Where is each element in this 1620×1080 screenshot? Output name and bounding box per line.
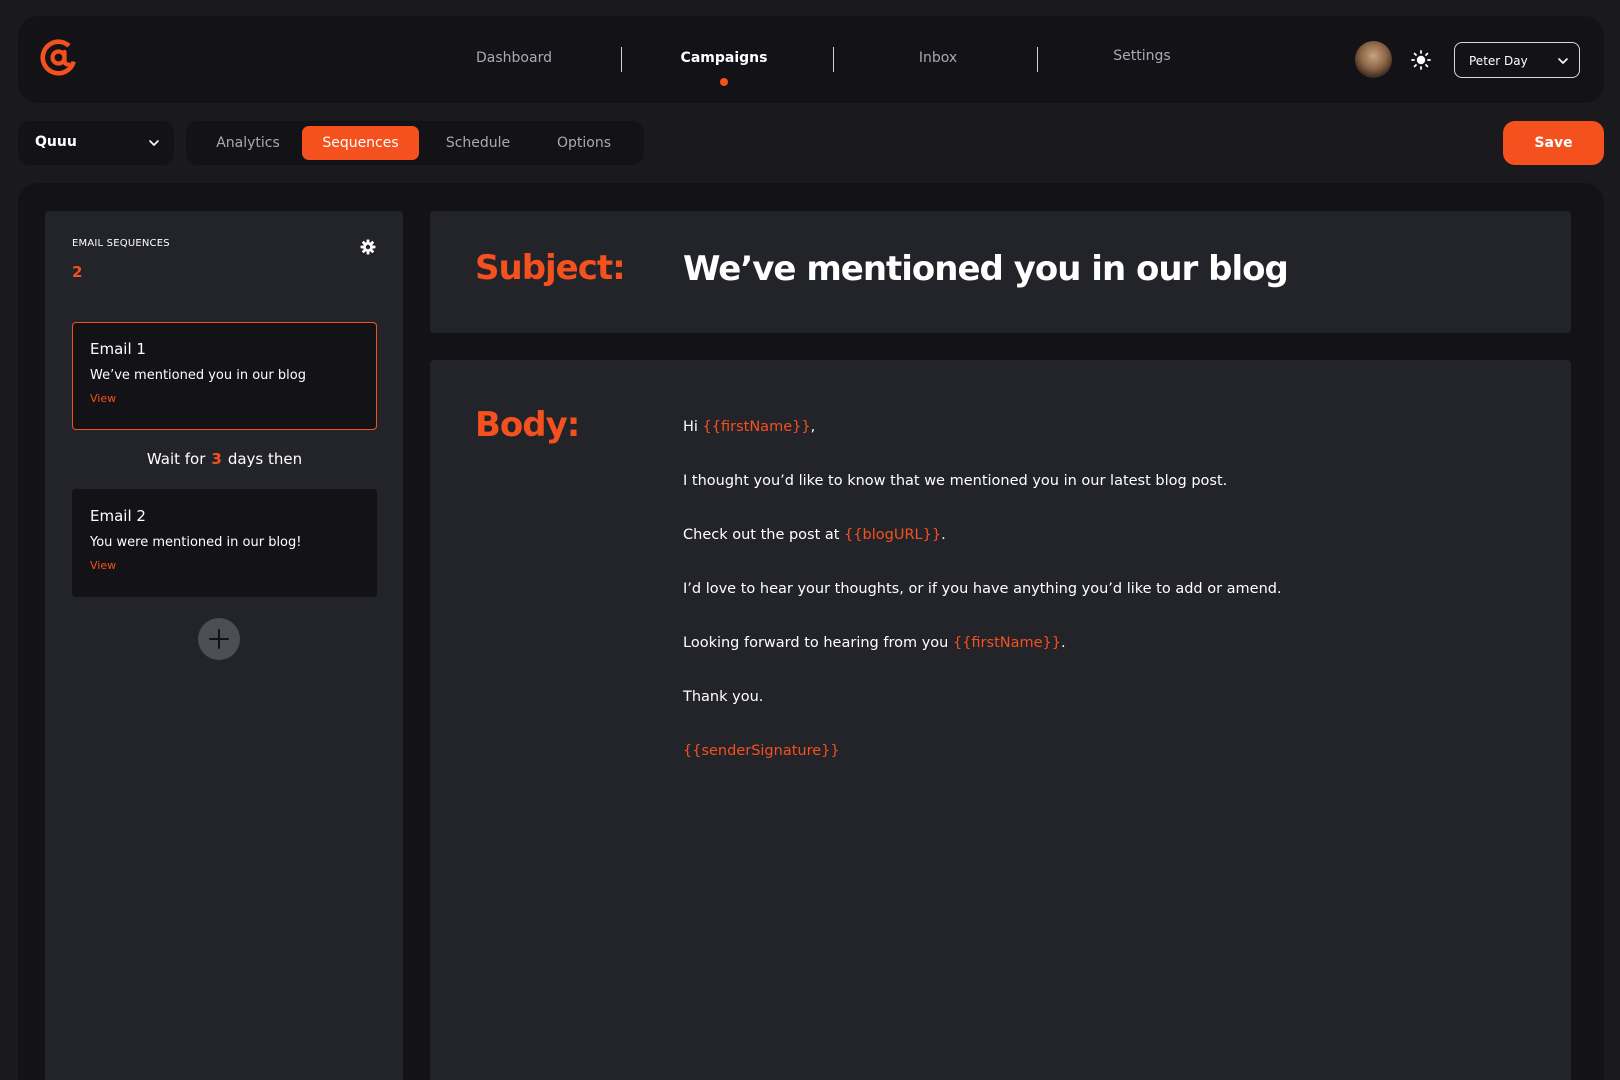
nav-divider	[1037, 47, 1038, 72]
tab-schedule[interactable]: Schedule	[426, 126, 530, 160]
nav-divider	[621, 47, 622, 72]
add-email-button[interactable]	[198, 618, 240, 660]
user-name: Peter Day	[1469, 54, 1528, 68]
sequences-title: EMAIL SEQUENCES	[72, 238, 170, 249]
campaign-name: Quuu	[35, 134, 77, 150]
view-link[interactable]: View	[90, 559, 116, 572]
tab-options[interactable]: Options	[534, 126, 634, 160]
email-card-2[interactable]: Email 2 You were mentioned in our blog! …	[72, 489, 377, 597]
body-line: Hi {{firstName}},	[683, 419, 816, 435]
body-line: Thank you.	[683, 689, 764, 705]
nav-divider	[833, 47, 834, 72]
tab-analytics[interactable]: Analytics	[198, 126, 298, 160]
gear-icon[interactable]	[360, 239, 376, 255]
chevron-down-icon	[1558, 58, 1568, 64]
top-navigation-bar: Dashboard Campaigns Inbox Settings Peter…	[18, 16, 1604, 103]
template-variable: {{senderSignature}}	[683, 743, 840, 759]
body-line: {{senderSignature}}	[683, 743, 840, 759]
sun-icon[interactable]	[1411, 50, 1431, 70]
nav-campaigns[interactable]: Campaigns	[681, 50, 768, 66]
active-nav-indicator	[720, 78, 728, 86]
nav-inbox[interactable]: Inbox	[919, 50, 957, 66]
template-variable: {{blogURL}}	[844, 527, 942, 543]
campaign-select[interactable]: Quuu	[18, 121, 174, 165]
email-sequences-panel: EMAIL SEQUENCES 2 Email 1 We’ve mentione…	[45, 211, 403, 1080]
email-subject: You were mentioned in our blog!	[90, 535, 302, 550]
body-panel: Body: Hi {{firstName}}, I thought you’d …	[430, 360, 1571, 1080]
wait-delay: Wait for 3 days then	[72, 450, 377, 468]
email-subject: We’ve mentioned you in our blog	[90, 368, 306, 383]
avatar[interactable]	[1355, 41, 1392, 78]
save-button[interactable]: Save	[1503, 121, 1604, 165]
body-label: Body:	[475, 405, 580, 445]
wait-days-input[interactable]: 3	[211, 450, 221, 468]
chevron-down-icon	[149, 140, 159, 146]
nav-dashboard[interactable]: Dashboard	[476, 50, 552, 66]
subject-input[interactable]: We’ve mentioned you in our blog	[683, 249, 1289, 289]
sequences-count: 2	[72, 263, 83, 281]
wait-suffix: days then	[227, 450, 303, 468]
body-line: Looking forward to hearing from you {{fi…	[683, 635, 1066, 651]
email-name: Email 2	[90, 507, 146, 525]
body-line: I thought you’d like to know that we men…	[683, 473, 1228, 489]
body-line: Check out the post at {{blogURL}}.	[683, 527, 946, 543]
wait-prefix: Wait for	[146, 450, 206, 468]
template-variable: {{firstName}}	[952, 635, 1061, 651]
user-select[interactable]: Peter Day	[1454, 42, 1580, 78]
template-variable: {{firstName}}	[702, 419, 811, 435]
tab-sequences[interactable]: Sequences	[302, 126, 419, 160]
plus-icon	[209, 629, 229, 649]
body-line: I’d love to hear your thoughts, or if yo…	[683, 581, 1282, 597]
email-card-1[interactable]: Email 1 We’ve mentioned you in our blog …	[72, 322, 377, 430]
subject-label: Subject:	[475, 248, 626, 288]
subject-panel: Subject: We’ve mentioned you in our blog	[430, 211, 1571, 333]
view-link[interactable]: View	[90, 392, 116, 405]
campaign-tabs: Analytics Sequences Schedule Options	[186, 121, 644, 165]
nav-settings[interactable]: Settings	[1113, 48, 1170, 64]
email-name: Email 1	[90, 340, 146, 358]
